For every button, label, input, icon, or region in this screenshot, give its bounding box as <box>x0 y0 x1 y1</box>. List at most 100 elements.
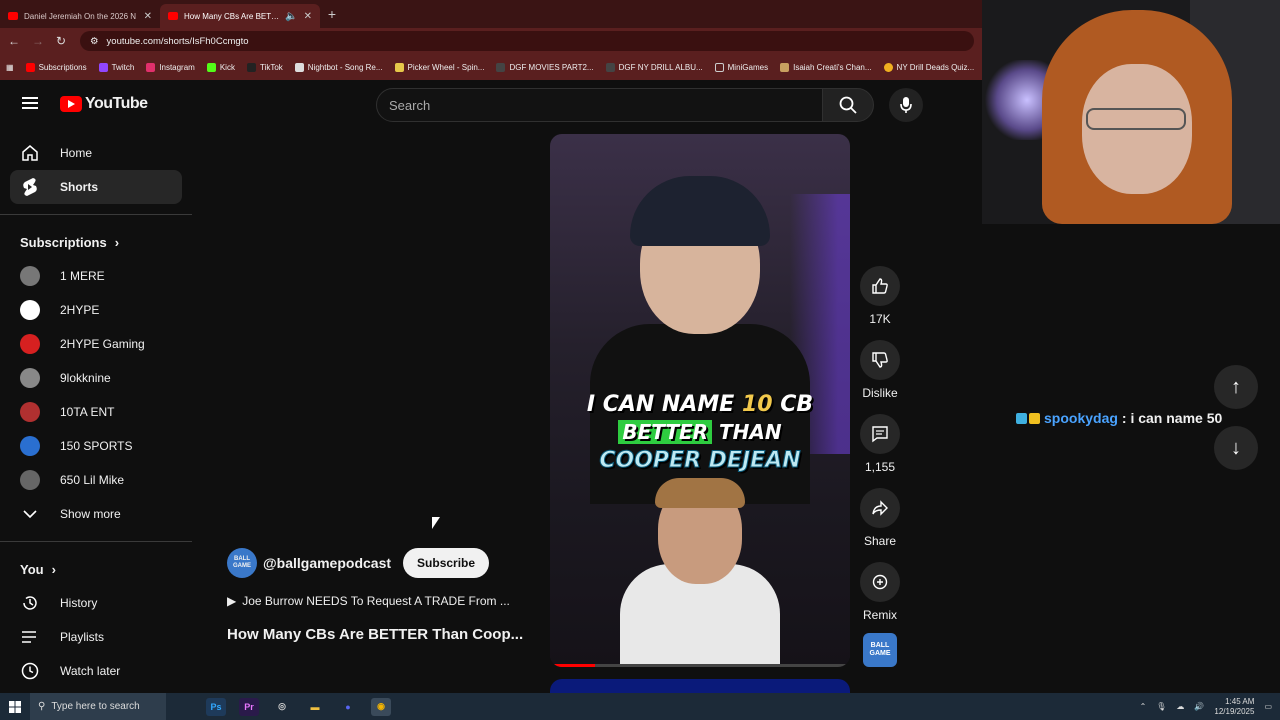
close-tab-icon[interactable]: ✕ <box>144 11 152 22</box>
comments-button[interactable]: 1,155 <box>859 414 901 474</box>
sidebar-item-playlists[interactable]: Playlists <box>10 620 182 654</box>
chevron-down-icon <box>20 504 40 524</box>
short-title[interactable]: How Many CBs Are BETTER Than Coop... <box>227 626 539 643</box>
sidebar-item-shorts[interactable]: Shorts <box>10 170 182 204</box>
bookmark-item[interactable]: Subscriptions <box>25 62 87 72</box>
sidebar-item-label: 2HYPE Gaming <box>60 337 145 351</box>
you-header[interactable]: You › <box>0 552 192 586</box>
file-explorer-icon[interactable]: ▬ <box>305 698 325 716</box>
bookmark-item[interactable]: NY Drill Deads Quiz... <box>883 62 974 72</box>
subscribe-button[interactable]: Subscribe <box>403 548 490 578</box>
notifications-icon[interactable]: ▭ <box>1264 702 1272 711</box>
bookmark-item[interactable]: Instagram <box>146 62 195 72</box>
chrome-icon[interactable]: ◉ <box>371 697 391 716</box>
photoshop-icon[interactable]: Ps <box>206 697 226 716</box>
dislike-button[interactable]: Dislike <box>859 340 901 400</box>
sidebar-subscription-item[interactable]: 2HYPE <box>10 293 182 327</box>
sidebar-subscription-item[interactable]: 150 SPORTS <box>10 429 182 463</box>
video-progress-bar[interactable] <box>550 664 850 667</box>
shorts-icon <box>20 177 40 197</box>
history-icon <box>20 593 40 613</box>
chevron-up-icon[interactable]: ⌃ <box>1140 702 1147 711</box>
bookmark-item[interactable]: Kick <box>206 62 235 72</box>
tab-title: Daniel Jeremiah On the 2026 N <box>24 11 137 21</box>
channel-avatar[interactable]: BALL GAME <box>227 548 257 578</box>
back-arrow-icon[interactable]: ← <box>8 34 20 48</box>
thumbs-up-icon <box>860 266 900 306</box>
channel-avatar <box>20 436 40 456</box>
sidebar-item-watch-later[interactable]: Watch later <box>10 654 182 688</box>
voice-search-button[interactable] <box>889 88 923 122</box>
channel-avatar <box>20 266 40 286</box>
youtube-page: YouTube Search Home Shorts Subscriptions… <box>0 80 982 693</box>
tab-title: How Many CBs Are BETTER <box>184 11 280 21</box>
search-input[interactable]: Search <box>376 88 823 122</box>
address-bar[interactable]: ⚙ youtube.com/shorts/IsFh0Ccmgto <box>80 31 974 51</box>
comment-icon <box>860 414 900 454</box>
next-short-preview[interactable] <box>550 679 850 693</box>
sidebar-item-label: 10TA ENT <box>60 405 115 419</box>
sidebar-subscription-item[interactable]: 2HYPE Gaming <box>10 327 182 361</box>
obs-icon[interactable]: ◎ <box>272 698 292 716</box>
close-tab-icon[interactable]: ✕ <box>304 11 312 22</box>
sidebar-item-home[interactable]: Home <box>10 136 182 170</box>
reload-icon[interactable]: ↻ <box>56 34 66 48</box>
premiere-icon[interactable]: Pr <box>239 697 259 716</box>
search-button[interactable] <box>822 88 874 122</box>
menu-icon[interactable] <box>22 97 38 109</box>
volume-icon[interactable]: 🔊 <box>1194 702 1204 711</box>
bookmark-item[interactable]: Twitch <box>98 62 134 72</box>
new-tab-button[interactable]: + <box>320 6 344 22</box>
sidebar-item-label: 650 Lil Mike <box>60 473 125 487</box>
sidebar: Home Shorts Subscriptions › 1 MERE 2HYPE 2… <box>0 136 192 693</box>
sidebar-subscription-item[interactable]: 9lokknine <box>10 361 182 395</box>
youtube-logo[interactable]: YouTube <box>60 95 148 113</box>
clock[interactable]: 1:45 AM 12/19/2025 <box>1214 697 1254 717</box>
like-button[interactable]: 17K <box>859 266 901 326</box>
share-button[interactable]: Share <box>859 488 901 548</box>
channel-avatar-small[interactable]: BALL GAME <box>863 633 897 667</box>
youtube-favicon-icon <box>168 12 178 20</box>
speaker-icon[interactable]: 🔈 <box>285 11 297 22</box>
channel-handle[interactable]: @ballgamepodcast <box>263 555 391 571</box>
network-icon[interactable]: ☁ <box>1176 702 1184 711</box>
apps-grid-icon[interactable]: ▦ <box>6 63 14 72</box>
remix-button[interactable]: Remix <box>859 562 901 622</box>
crown-badge-icon <box>1029 412 1040 424</box>
bookmark-item[interactable]: TikTok <box>246 62 283 72</box>
chevron-right-icon: › <box>114 234 120 250</box>
channel-avatar <box>20 402 40 422</box>
related-video-link[interactable]: ▶ Joe Burrow NEEDS To Request A TRADE Fr… <box>227 594 537 608</box>
channel-avatar <box>20 368 40 388</box>
show-more-button[interactable]: Show more <box>10 497 182 531</box>
forward-arrow-icon[interactable]: → <box>32 34 44 48</box>
microphone-icon[interactable]: 🎙 <box>1156 702 1166 711</box>
browser-tab-active[interactable]: How Many CBs Are BETTER 🔈 ✕ <box>160 4 320 28</box>
discord-icon[interactable]: ● <box>338 698 358 716</box>
site-info-icon[interactable]: ⚙ <box>90 36 99 47</box>
short-video-player[interactable]: I CAN NAME 10 CB BETTER THAN COOPER DEJE… <box>550 134 850 667</box>
bookmark-folder[interactable]: MiniGames <box>714 62 768 72</box>
channel-avatar <box>20 334 40 354</box>
bookmark-item[interactable]: Isaiah Creati's Chan... <box>780 62 872 72</box>
previous-short-button[interactable]: ↑ <box>1214 365 1258 409</box>
logo-text: YouTube <box>85 95 148 112</box>
home-icon <box>20 143 40 163</box>
browser-tab[interactable]: Daniel Jeremiah On the 2026 N ✕ <box>0 4 160 28</box>
subscriptions-header[interactable]: Subscriptions › <box>0 225 192 259</box>
chat-text: : i can name 50 <box>1121 410 1223 426</box>
bookmark-item[interactable]: Nightbot - Song Re... <box>294 62 383 72</box>
sidebar-subscription-item[interactable]: 1 MERE <box>10 259 182 293</box>
bookmark-item[interactable]: DGF NY DRILL ALBU... <box>605 62 703 72</box>
sidebar-subscription-item[interactable]: 10TA ENT <box>10 395 182 429</box>
bookmark-item[interactable]: DGF MOVIES PART2... <box>496 62 594 72</box>
next-short-button[interactable]: ↓ <box>1214 426 1258 470</box>
browser-tab-bar: Daniel Jeremiah On the 2026 N ✕ How Many… <box>0 0 982 28</box>
taskbar-search[interactable]: ⚲ Type here to search <box>30 693 166 720</box>
sidebar-item-history[interactable]: History <box>10 586 182 620</box>
bookmark-item[interactable]: Picker Wheel - Spin... <box>394 62 484 72</box>
sidebar-subscription-item[interactable]: 650 Lil Mike <box>10 463 182 497</box>
channel-row: BALL GAME @ballgamepodcast Subscribe <box>227 548 490 578</box>
play-icon: ▶ <box>227 594 237 608</box>
windows-start-button[interactable] <box>0 700 30 713</box>
